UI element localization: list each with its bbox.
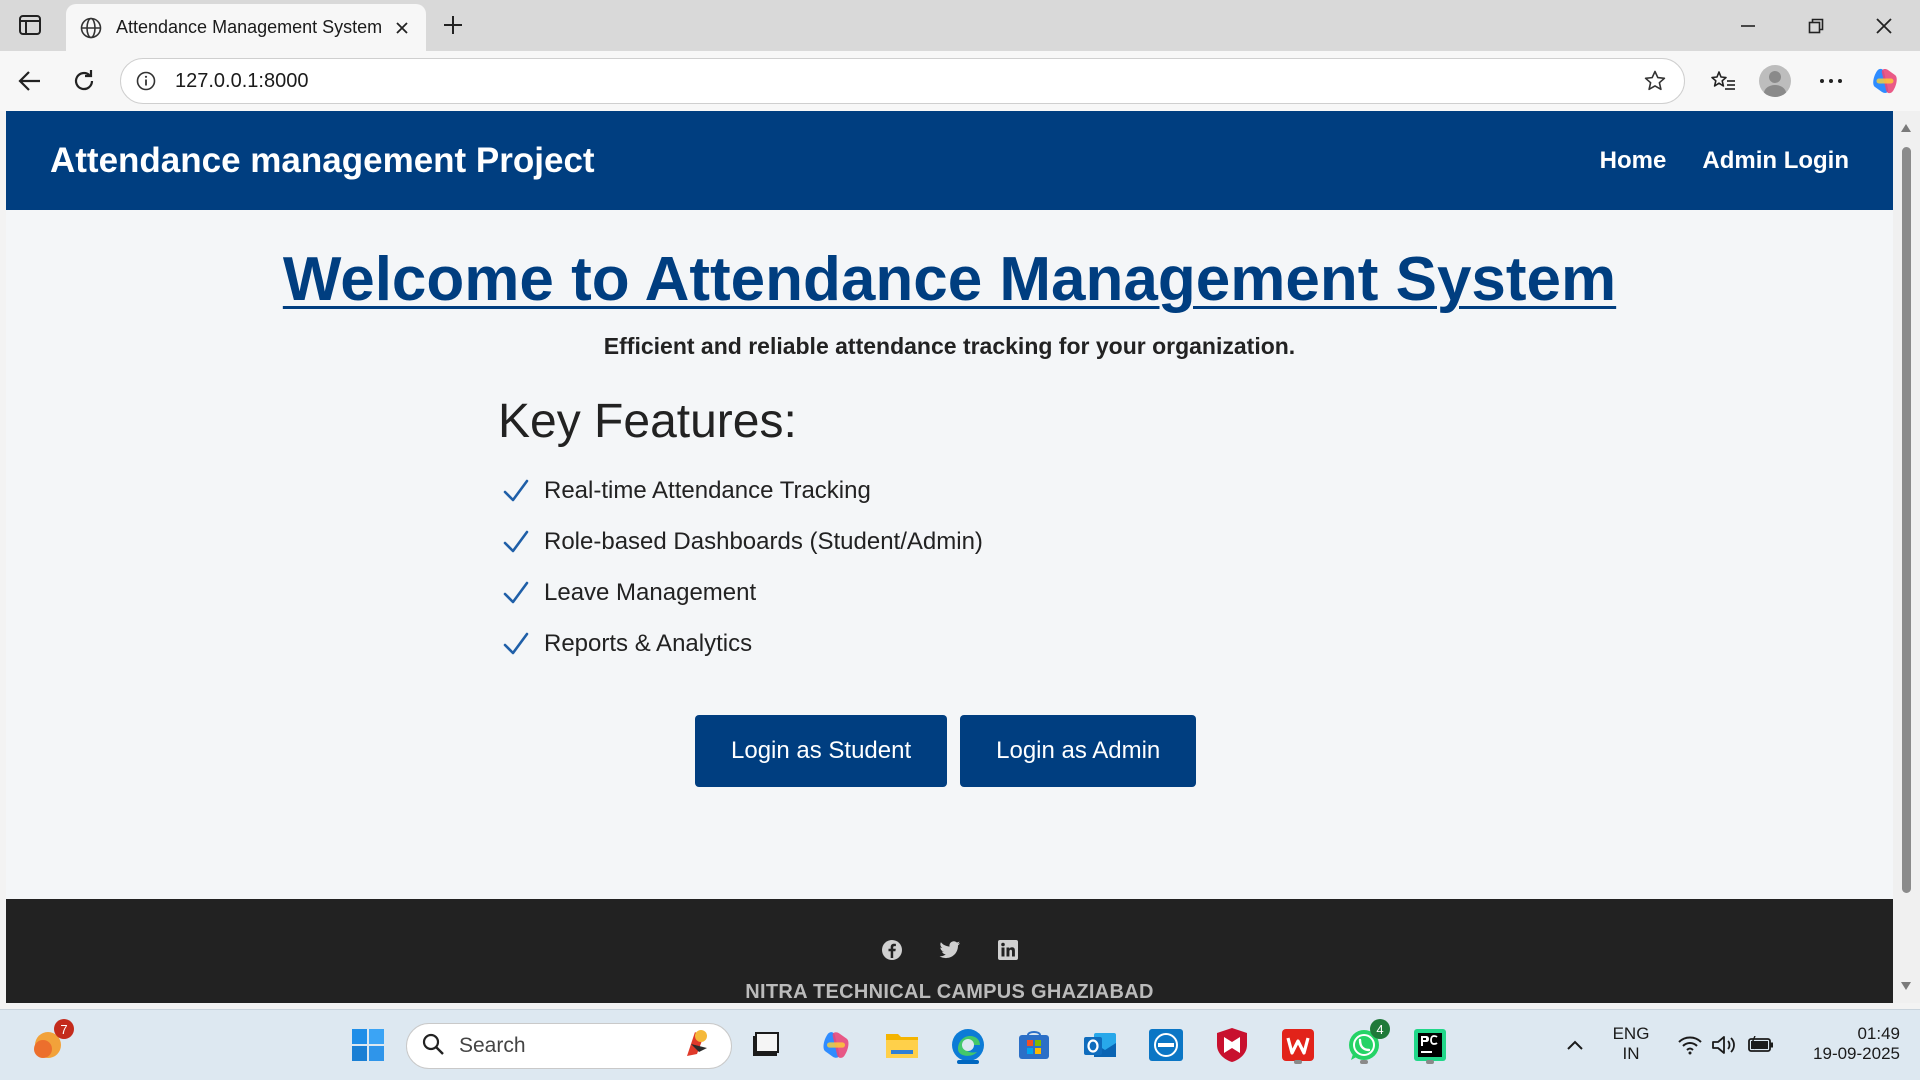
address-bar[interactable]: 127.0.0.1:8000 <box>120 58 1685 104</box>
features-heading: Key Features: <box>498 395 797 448</box>
url-text[interactable]: 127.0.0.1:8000 <box>175 70 1640 93</box>
close-tab-icon[interactable] <box>390 16 414 40</box>
new-tab-icon[interactable] <box>436 8 470 42</box>
copilot-icon[interactable] <box>1867 63 1903 99</box>
site-nav: Home Admin Login <box>1600 147 1849 175</box>
social-links <box>6 939 1893 961</box>
taskbar-search[interactable]: Search <box>406 1023 732 1069</box>
browser-tab[interactable]: Attendance Management System <box>66 4 426 51</box>
favorite-star-icon[interactable] <box>1640 66 1670 96</box>
nav-admin-login-link[interactable]: Admin Login <box>1702 147 1849 175</box>
feature-label: Role-based Dashboards (Student/Admin) <box>544 527 983 555</box>
restore-icon[interactable] <box>1782 0 1850 51</box>
search-highlight-icon <box>677 1024 717 1069</box>
twitter-icon[interactable] <box>938 939 961 961</box>
active-app-indicator <box>957 1060 979 1064</box>
site-info-icon[interactable] <box>135 70 157 92</box>
feature-label: Real-time Attendance Tracking <box>544 476 871 504</box>
page-scrollbar[interactable] <box>1893 111 1920 1003</box>
region-code: IN <box>1622 1044 1640 1063</box>
notification-badge: 4 <box>1370 1019 1390 1039</box>
widgets-weather-icon[interactable]: 7 <box>26 1019 74 1067</box>
battery-icon[interactable] <box>1738 1023 1782 1067</box>
browser-toolbar: 127.0.0.1:8000 <box>0 51 1920 111</box>
feature-label: Reports & Analytics <box>544 629 753 657</box>
notification-badge: 7 <box>54 1019 74 1039</box>
dell-app-icon[interactable] <box>1144 1023 1188 1067</box>
footer-text: NITRA TECHNICAL CAMPUS GHAZIABAD <box>745 981 1154 1003</box>
feature-item: Real-time Attendance Tracking <box>498 465 1298 516</box>
checkmark-icon <box>498 626 534 662</box>
task-view-icon[interactable] <box>744 1023 788 1067</box>
login-admin-button[interactable]: Login as Admin <box>960 715 1197 787</box>
taskbar: 7 Search 4 ENG IN 01:49 19-09-2025 <box>0 1009 1920 1080</box>
scrollbar-thumb[interactable] <box>1902 147 1911 893</box>
tab-actions-icon[interactable] <box>14 10 46 40</box>
feature-label: Leave Management <box>544 578 757 606</box>
facebook-icon[interactable] <box>881 939 903 961</box>
nav-home-link[interactable]: Home <box>1600 147 1667 175</box>
search-label: Search <box>459 1034 526 1057</box>
page-viewport: Attendance management Project Home Admin… <box>6 111 1893 1003</box>
clock-date: 19-09-2025 <box>1813 1044 1900 1063</box>
cta-buttons: Login as Student Login as Admin <box>695 715 1197 787</box>
show-hidden-icons-chevron-icon[interactable] <box>1553 1023 1597 1067</box>
running-app-indicator <box>1360 1060 1368 1064</box>
back-arrow-icon[interactable] <box>12 63 48 99</box>
language-indicator[interactable]: ENG IN <box>1606 1024 1656 1064</box>
page-title: Welcome to Attendance Management System <box>6 244 1893 315</box>
pycharm-icon[interactable] <box>1408 1023 1452 1067</box>
whatsapp-icon[interactable]: 4 <box>1342 1019 1390 1067</box>
globe-icon <box>78 15 104 41</box>
microsoft-store-icon[interactable] <box>1012 1023 1056 1067</box>
hero-subtitle: Efficient and reliable attendance tracki… <box>603 333 1296 359</box>
checkmark-icon <box>498 575 534 611</box>
clock-time: 01:49 <box>1857 1024 1900 1043</box>
feature-item: Role-based Dashboards (Student/Admin) <box>498 516 1298 567</box>
brand-title[interactable]: Attendance management Project <box>50 141 595 181</box>
checkmark-icon <box>498 524 534 560</box>
checkmark-icon <box>498 473 534 509</box>
more-options-icon[interactable] <box>1813 63 1849 99</box>
running-app-indicator <box>1426 1060 1434 1064</box>
features-section: Key Features: Real-time Attendance Track… <box>498 394 1298 669</box>
windows-start-icon[interactable] <box>346 1023 390 1067</box>
wps-office-icon[interactable] <box>1276 1023 1320 1067</box>
site-header: Attendance management Project Home Admin… <box>6 111 1893 210</box>
edge-browser-icon[interactable] <box>946 1023 990 1067</box>
favorites-icon[interactable] <box>1705 63 1741 99</box>
outlook-icon[interactable] <box>1078 1023 1122 1067</box>
copilot-app-icon[interactable] <box>814 1023 858 1067</box>
hero-title-link[interactable]: Welcome to Attendance Management System <box>283 245 1616 314</box>
feature-item: Reports & Analytics <box>498 618 1298 669</box>
search-icon <box>421 1032 445 1061</box>
close-window-icon[interactable] <box>1850 0 1918 51</box>
scroll-up-arrow-icon[interactable] <box>1899 121 1913 135</box>
linkedin-icon[interactable] <box>997 939 1019 961</box>
login-student-button[interactable]: Login as Student <box>695 715 948 787</box>
language-code: ENG <box>1612 1024 1650 1043</box>
site-footer: NITRA TECHNICAL CAMPUS GHAZIABAD <box>6 899 1893 1003</box>
file-explorer-icon[interactable] <box>880 1023 924 1067</box>
feature-item: Leave Management <box>498 567 1298 618</box>
running-app-indicator <box>1294 1060 1302 1064</box>
tab-title: Attendance Management System <box>116 17 383 37</box>
profile-avatar-icon[interactable] <box>1757 63 1793 99</box>
mcafee-icon[interactable] <box>1210 1023 1254 1067</box>
clock[interactable]: 01:49 19-09-2025 <box>1792 1024 1900 1064</box>
scroll-down-arrow-icon[interactable] <box>1899 979 1913 993</box>
refresh-icon[interactable] <box>66 63 102 99</box>
browser-titlebar: Attendance Management System <box>0 0 1920 51</box>
minimize-icon[interactable] <box>1714 0 1782 51</box>
